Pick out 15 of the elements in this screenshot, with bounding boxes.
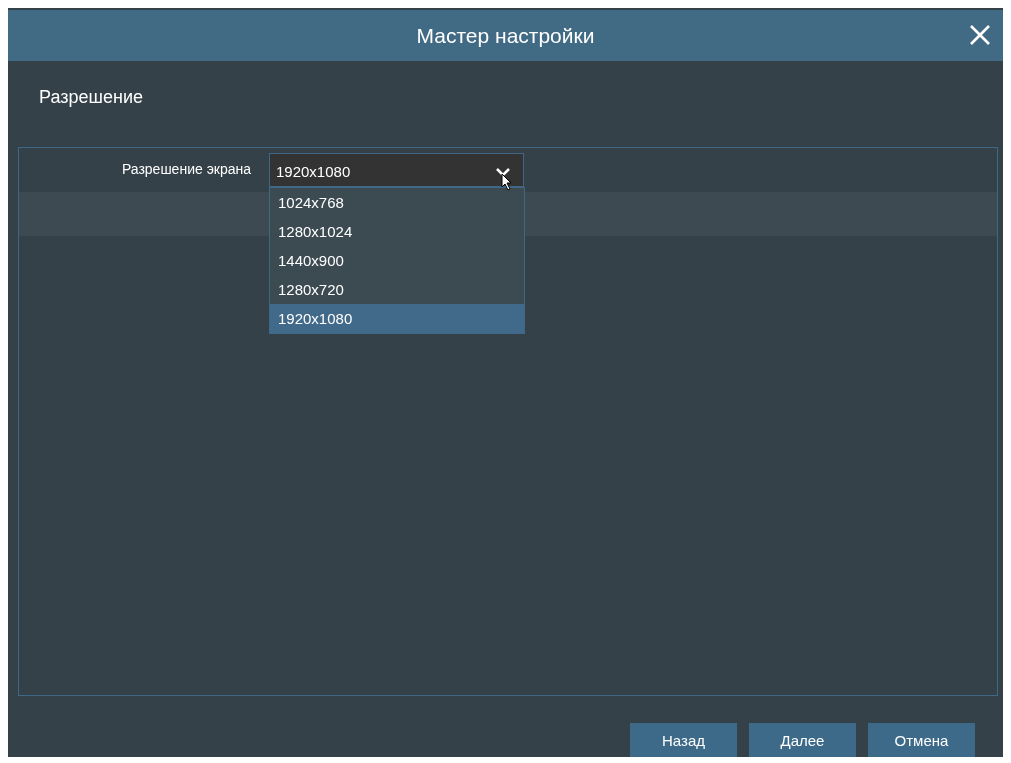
section-title: Разрешение [38, 86, 144, 110]
close-button[interactable] [969, 24, 991, 46]
close-icon [969, 24, 991, 46]
window-title: Мастер настройки [416, 23, 595, 48]
mouse-cursor-icon [501, 172, 513, 191]
dropdown-option[interactable]: 1920x1080 [270, 303, 524, 333]
dialog-button[interactable]: Отмена [868, 723, 975, 757]
resolution-dropdown[interactable]: 1920x1080 [269, 152, 524, 187]
dialog-button[interactable]: Далее [749, 723, 856, 757]
dropdown-option[interactable]: 1280x720 [270, 274, 524, 304]
dialog-button[interactable]: Назад [630, 723, 737, 757]
field-label: Разрешение экрана [120, 159, 251, 177]
dropdown-option[interactable]: 1280x1024 [270, 216, 524, 246]
dropdown-option[interactable]: 1440x900 [270, 245, 524, 275]
dropdown-option[interactable]: 1024x768 [270, 187, 524, 217]
